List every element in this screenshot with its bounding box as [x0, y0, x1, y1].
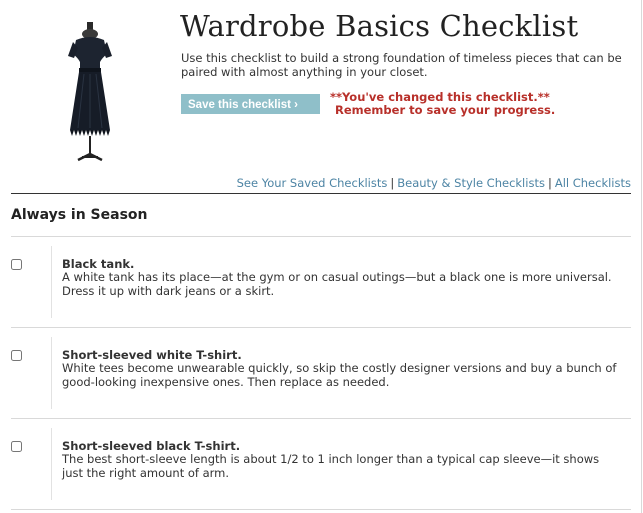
item-divider — [51, 246, 52, 318]
checklist-nav-links: See Your Saved Checklists | Beauty & Style… — [237, 176, 631, 190]
checklist-item: Black tank. A white tank has its place—a… — [11, 237, 631, 328]
all-checklists-link[interactable]: All Checklists — [555, 176, 631, 190]
checklist-items: Black tank. A white tank has its place—a… — [0, 237, 643, 510]
section-title: Always in Season — [11, 207, 148, 223]
checklist-item: Short-sleeved white T-shirt. White tees … — [11, 328, 631, 419]
checklist-intro: Use this checklist to build a strong fou… — [181, 51, 622, 79]
checklist-header: Wardrobe Basics Checklist Use this check… — [0, 0, 643, 190]
page-title: Wardrobe Basics Checklist — [180, 9, 579, 43]
unsaved-changes-line2: Remember to save your progress. — [335, 103, 556, 117]
unsaved-changes-alert: **You've changed this checklist.** Remem… — [330, 91, 555, 117]
link-separator: | — [390, 176, 395, 190]
dress-image — [68, 22, 112, 162]
item-divider — [51, 337, 52, 409]
item-description: A white tank has its place—at the gym or… — [62, 270, 612, 298]
save-checklist-button[interactable]: Save this checklist › — [181, 94, 320, 114]
item-description: The best short-sleeve length is about 1/… — [62, 452, 600, 480]
beauty-style-checklists-link[interactable]: Beauty & Style Checklists — [397, 176, 545, 190]
checklist-item: Short-sleeved black T-shirt. The best sh… — [11, 419, 631, 510]
header-divider — [11, 193, 631, 194]
link-separator: | — [547, 176, 552, 190]
saved-checklists-link[interactable]: See Your Saved Checklists — [237, 176, 388, 190]
item-divider — [51, 428, 52, 500]
item-checkbox[interactable] — [11, 441, 22, 452]
item-checkbox[interactable] — [11, 259, 22, 270]
item-description: White tees become unwearable quickly, so… — [62, 361, 617, 389]
item-checkbox[interactable] — [11, 350, 22, 361]
